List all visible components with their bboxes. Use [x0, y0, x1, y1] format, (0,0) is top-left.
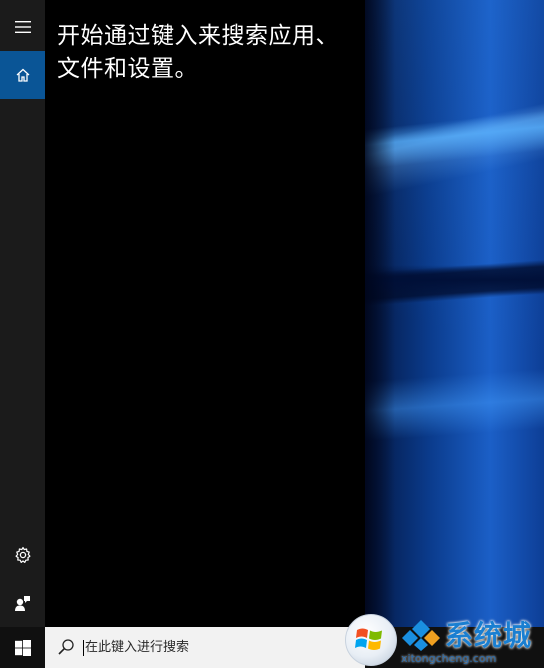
watermark-url: xitongcheng.com: [401, 652, 497, 665]
text-cursor: [83, 640, 84, 656]
wallpaper-shadow: [365, 0, 395, 668]
start-button[interactable]: [0, 627, 45, 668]
home-button[interactable]: [0, 51, 45, 99]
watermark-title: 系统城: [445, 619, 533, 652]
watermark-logo-icon: [402, 620, 440, 651]
search-hint-text: 开始通过键入来搜索应用、文件和设置。: [57, 23, 339, 82]
cortana-panel: 开始通过键入来搜索应用、文件和设置。: [45, 0, 365, 627]
site-watermark: 系统城 xitongcheng.com: [345, 612, 544, 668]
gear-icon: [15, 546, 30, 563]
hamburger-menu-button[interactable]: [0, 3, 45, 51]
hamburger-menu-icon: [14, 21, 31, 33]
search-icon: [58, 639, 74, 655]
taskbar-search-box[interactable]: [45, 627, 365, 668]
settings-button[interactable]: [0, 531, 45, 579]
screen: 开始通过键入来搜索应用、文件和设置。 在此键入进行搜索 系统城 xitongch…: [0, 0, 544, 668]
desktop-wallpaper: [365, 0, 544, 668]
feedback-icon: [14, 596, 30, 611]
feedback-button[interactable]: [0, 579, 45, 627]
windows-logo-icon: [14, 639, 31, 656]
home-icon: [16, 68, 29, 82]
cortana-left-rail: [0, 0, 45, 627]
windows-flag-icon: [355, 628, 382, 650]
search-input[interactable]: [85, 635, 315, 659]
